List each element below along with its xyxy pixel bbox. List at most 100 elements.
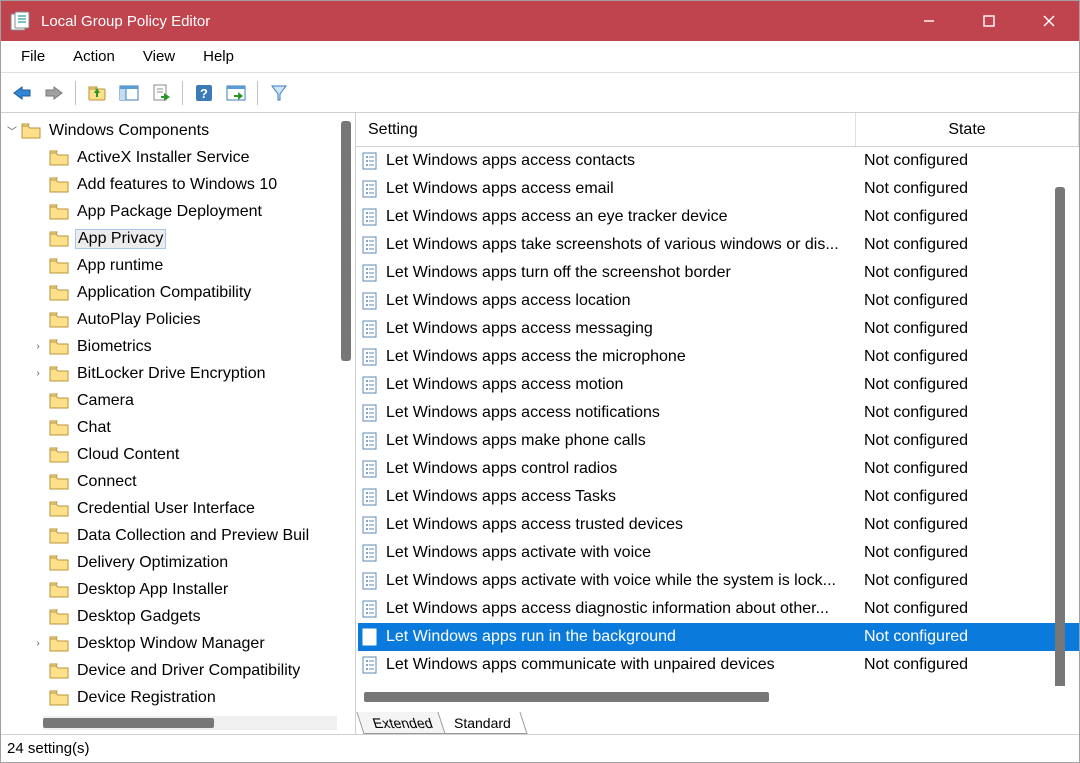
tree-item[interactable]: App Privacy xyxy=(3,225,353,252)
setting-name: Let Windows apps access notifications xyxy=(386,404,864,422)
tree-item[interactable]: Desktop App Installer xyxy=(3,576,353,603)
setting-name: Let Windows apps access diagnostic infor… xyxy=(386,600,864,618)
setting-state: Not configured xyxy=(864,264,1079,282)
tree-item[interactable]: App runtime xyxy=(3,252,353,279)
setting-row[interactable]: Let Windows apps communicate with unpair… xyxy=(358,651,1079,679)
chevron-right-icon[interactable]: › xyxy=(29,341,47,352)
setting-row[interactable]: Let Windows apps access motionNot config… xyxy=(358,371,1079,399)
setting-name: Let Windows apps control radios xyxy=(386,460,864,478)
tree-item[interactable]: AutoPlay Policies xyxy=(3,306,353,333)
close-button[interactable] xyxy=(1019,1,1079,41)
setting-name: Let Windows apps access the microphone xyxy=(386,348,864,366)
tree-vertical-scrollbar[interactable] xyxy=(341,121,351,681)
list-horizontal-scrollbar[interactable] xyxy=(364,690,1039,704)
tree-pane: ﹀Windows Components ActiveX Installer Ser… xyxy=(1,113,356,734)
tree-item-label: ActiveX Installer Service xyxy=(75,149,252,167)
setting-row[interactable]: Let Windows apps activate with voice whi… xyxy=(358,567,1079,595)
folder-icon xyxy=(49,393,69,409)
setting-state: Not configured xyxy=(864,376,1079,394)
menu-file[interactable]: File xyxy=(7,44,59,69)
maximize-button[interactable] xyxy=(959,1,1019,41)
policy-icon xyxy=(360,291,380,311)
tree-item[interactable]: ›Desktop Window Manager xyxy=(3,630,353,657)
setting-row[interactable]: Let Windows apps turn off the screenshot… xyxy=(358,259,1079,287)
tree-item[interactable]: Cloud Content xyxy=(3,441,353,468)
tree-item[interactable]: Add features to Windows 10 xyxy=(3,171,353,198)
tree-item[interactable]: Desktop Gadgets xyxy=(3,603,353,630)
setting-name: Let Windows apps access motion xyxy=(386,376,864,394)
policy-icon xyxy=(360,375,380,395)
menu-help[interactable]: Help xyxy=(189,44,248,69)
tree-horizontal-scrollbar[interactable] xyxy=(43,716,337,730)
tree-item[interactable]: Data Collection and Preview Buil xyxy=(3,522,353,549)
setting-row[interactable]: Let Windows apps access emailNot configu… xyxy=(358,175,1079,203)
setting-row[interactable]: Let Windows apps access contactsNot conf… xyxy=(358,147,1079,175)
tree-item[interactable]: Device Registration xyxy=(3,684,353,711)
column-setting[interactable]: Setting xyxy=(356,113,856,146)
folder-icon xyxy=(49,204,69,220)
setting-name: Let Windows apps access Tasks xyxy=(386,488,864,506)
setting-row[interactable]: Let Windows apps access the microphoneNo… xyxy=(358,343,1079,371)
export-button[interactable] xyxy=(146,78,176,108)
policy-icon xyxy=(360,151,380,171)
menu-action[interactable]: Action xyxy=(59,44,129,69)
policy-icon xyxy=(360,319,380,339)
setting-row[interactable]: Let Windows apps access messagingNot con… xyxy=(358,315,1079,343)
setting-row[interactable]: Let Windows apps access TasksNot configu… xyxy=(358,483,1079,511)
folder-icon xyxy=(21,123,41,139)
chevron-right-icon[interactable]: › xyxy=(29,368,47,379)
list-vertical-scrollbar[interactable] xyxy=(1055,187,1065,686)
tree-item[interactable]: Chat xyxy=(3,414,353,441)
back-button[interactable] xyxy=(7,78,37,108)
tree-item[interactable]: ›Biometrics xyxy=(3,333,353,360)
tree-item-label: Connect xyxy=(75,473,139,491)
folder-icon xyxy=(49,150,69,166)
setting-name: Let Windows apps access contacts xyxy=(386,152,864,170)
tree-item[interactable]: Connect xyxy=(3,468,353,495)
setting-row[interactable]: Let Windows apps take screenshots of var… xyxy=(358,231,1079,259)
tree-item[interactable]: App Package Deployment xyxy=(3,198,353,225)
policy-icon xyxy=(360,179,380,199)
setting-name: Let Windows apps activate with voice whi… xyxy=(386,572,864,590)
setting-row[interactable]: Let Windows apps control radiosNot confi… xyxy=(358,455,1079,483)
setting-name: Let Windows apps access email xyxy=(386,180,864,198)
setting-row[interactable]: Let Windows apps make phone callsNot con… xyxy=(358,427,1079,455)
tree-item[interactable]: Camera xyxy=(3,387,353,414)
tree-item-label: Application Compatibility xyxy=(75,284,253,302)
setting-row[interactable]: Let Windows apps access an eye tracker d… xyxy=(358,203,1079,231)
setting-state: Not configured xyxy=(864,544,1079,562)
forward-button[interactable] xyxy=(39,78,69,108)
tab-standard[interactable]: Standard xyxy=(438,712,528,734)
tree-item[interactable]: Application Compatibility xyxy=(3,279,353,306)
setting-row[interactable]: Let Windows apps access diagnostic infor… xyxy=(358,595,1079,623)
tree-item[interactable]: Credential User Interface xyxy=(3,495,353,522)
minimize-button[interactable] xyxy=(899,1,959,41)
setting-row[interactable]: Let Windows apps access notificationsNot… xyxy=(358,399,1079,427)
setting-row[interactable]: Let Windows apps access trusted devicesN… xyxy=(358,511,1079,539)
policy-icon xyxy=(360,655,380,675)
setting-state: Not configured xyxy=(864,460,1079,478)
menu-view[interactable]: View xyxy=(129,44,189,69)
policy-icon xyxy=(360,431,380,451)
setting-state: Not configured xyxy=(864,572,1079,590)
setting-row[interactable]: Let Windows apps run in the backgroundNo… xyxy=(358,623,1079,651)
tree-item[interactable]: Delivery Optimization xyxy=(3,549,353,576)
tree-item-root[interactable]: ﹀Windows Components xyxy=(3,117,353,144)
column-state[interactable]: State xyxy=(856,113,1079,146)
show-hide-tree-button[interactable] xyxy=(114,78,144,108)
tree-item[interactable]: ›BitLocker Drive Encryption xyxy=(3,360,353,387)
filter-button[interactable] xyxy=(264,78,294,108)
folder-icon xyxy=(49,231,69,247)
tree-item[interactable]: ActiveX Installer Service xyxy=(3,144,353,171)
tree-item[interactable]: Device and Driver Compatibility xyxy=(3,657,353,684)
policy-icon xyxy=(360,207,380,227)
setting-row[interactable]: Let Windows apps access locationNot conf… xyxy=(358,287,1079,315)
up-folder-button[interactable] xyxy=(82,78,112,108)
help-button[interactable]: ? xyxy=(189,78,219,108)
folder-icon xyxy=(49,690,69,706)
chevron-right-icon[interactable]: › xyxy=(29,638,47,649)
tab-extended[interactable]: Extended xyxy=(356,712,448,734)
properties-button[interactable] xyxy=(221,78,251,108)
setting-row[interactable]: Let Windows apps activate with voiceNot … xyxy=(358,539,1079,567)
chevron-down-icon[interactable]: ﹀ xyxy=(5,123,19,138)
